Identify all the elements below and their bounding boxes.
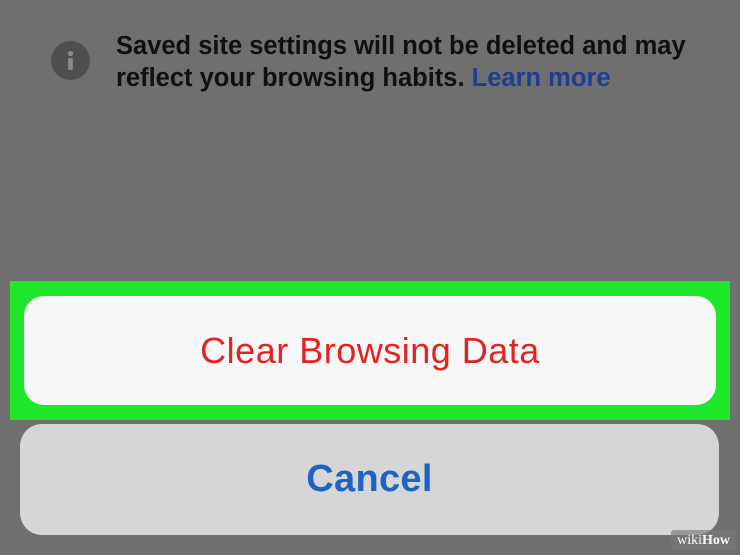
watermark-suffix: How (702, 532, 730, 548)
learn-more-link[interactable]: Learn more (472, 64, 611, 92)
watermark-prefix: wiki (677, 532, 702, 548)
info-icon (51, 41, 90, 80)
wikihow-watermark: wiki How (671, 530, 736, 551)
clear-browsing-data-button[interactable]: Clear Browsing Data (24, 296, 716, 405)
cancel-button[interactable]: Cancel (20, 424, 719, 535)
cancel-label: Cancel (306, 458, 433, 500)
clear-browsing-data-label: Clear Browsing Data (200, 329, 540, 371)
info-message: Saved site settings will not be deleted … (116, 30, 716, 94)
info-notice: Saved site settings will not be deleted … (0, 0, 740, 120)
